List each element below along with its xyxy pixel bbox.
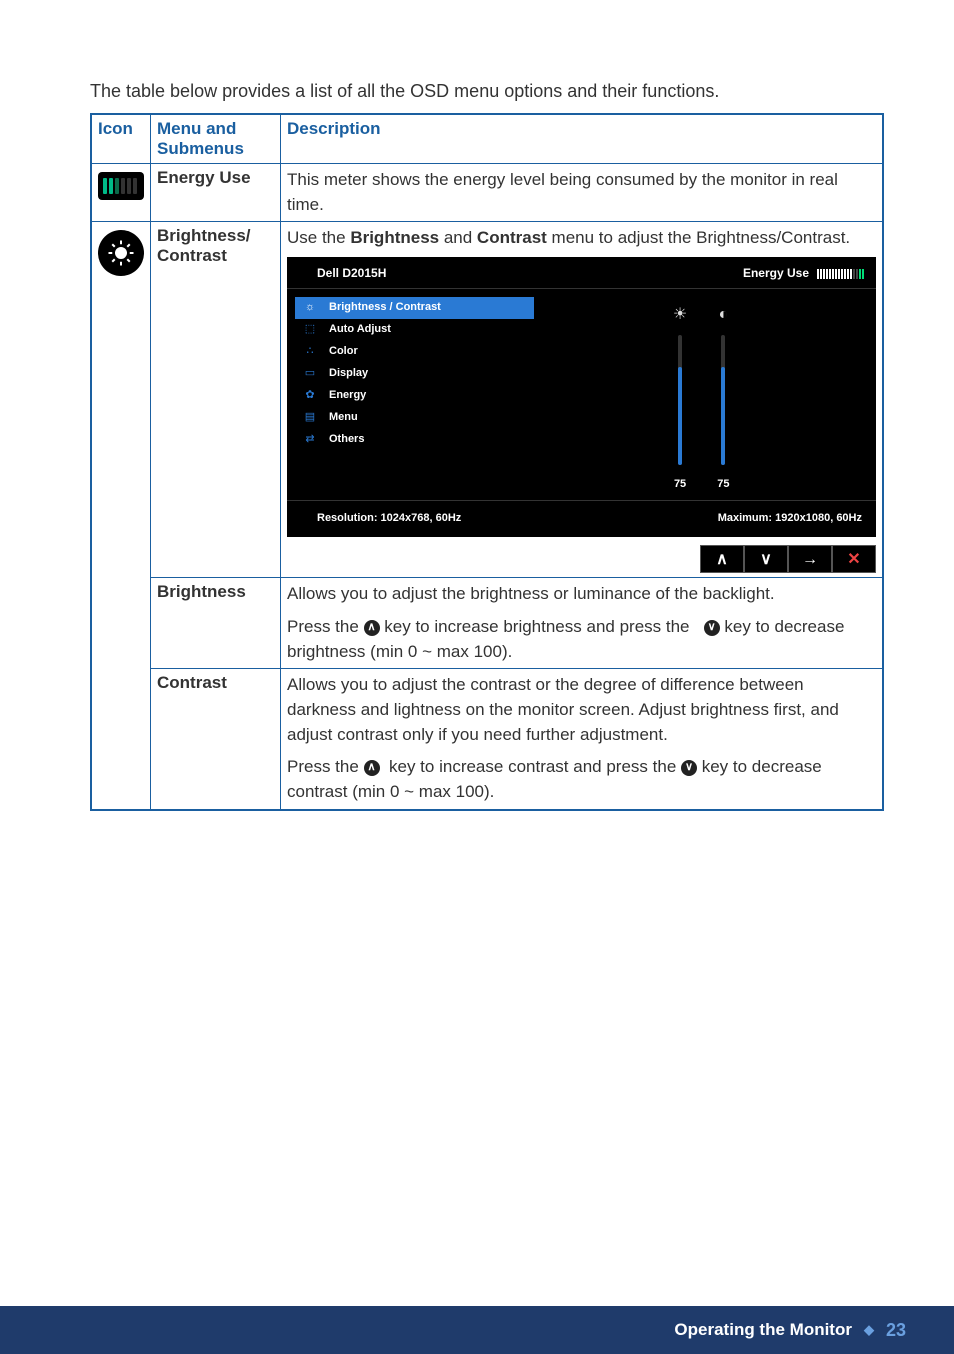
energy-icon: ✿ xyxy=(301,388,319,404)
nav-down-button[interactable]: ∨ xyxy=(744,545,788,573)
others-icon: ⇄ xyxy=(301,432,319,448)
text: key to increase brightness and press the xyxy=(380,617,695,636)
osd-menu-label: Energy xyxy=(329,388,366,404)
up-key-icon: ∧ xyxy=(364,620,380,636)
osd-menu-label: Color xyxy=(329,344,358,360)
text: menu to adjust the Brightness/Contrast. xyxy=(547,228,850,247)
osd-menu-label: Brightness / Contrast xyxy=(329,300,441,316)
th-desc: Description xyxy=(281,114,884,164)
page-number: 23 xyxy=(886,1320,906,1341)
brightness-icon: ☼ xyxy=(301,300,319,316)
osd-menu-label: Menu xyxy=(329,410,358,426)
th-menu: Menu and Submenus xyxy=(151,114,281,164)
contrast-value: 75 xyxy=(717,477,729,493)
menu-label: Contrast xyxy=(151,669,281,810)
nav-enter-button[interactable]: → xyxy=(788,545,832,573)
energy-meter-icon xyxy=(817,269,864,279)
osd-energy-label: Energy Use xyxy=(743,265,809,282)
desc-cell: Use the Brightness and Contrast menu to … xyxy=(281,222,884,578)
osd-menu-list: ☼ Brightness / Contrast ⬚ Auto Adjust ∴ … xyxy=(287,289,534,500)
osd-menu-item[interactable]: ▭ Display xyxy=(295,363,534,385)
menu-label: Energy Use xyxy=(151,164,281,222)
osd-menu-item[interactable]: ⇄ Others xyxy=(295,429,534,451)
osd-menu-item[interactable]: ∴ Color xyxy=(295,341,534,363)
text: Press the xyxy=(287,617,364,636)
osd-options-table: Icon Menu and Submenus Description Energ… xyxy=(90,113,884,811)
contrast-slider[interactable]: ◐ 75 xyxy=(717,303,729,492)
table-row: Brightness Allows you to adjust the brig… xyxy=(91,578,883,669)
nav-up-button[interactable]: ∧ xyxy=(700,545,744,573)
desc-cell: Allows you to adjust the contrast or the… xyxy=(281,669,884,810)
bold-text: Contrast xyxy=(477,228,547,247)
table-row: Energy Use This meter shows the energy l… xyxy=(91,164,883,222)
osd-title: Dell D2015H xyxy=(317,265,386,282)
down-key-icon: ∨ xyxy=(704,620,720,636)
footer-title: Operating the Monitor xyxy=(674,1320,852,1340)
text: and xyxy=(439,228,477,247)
menu-icon: ▤ xyxy=(301,410,319,426)
osd-menu-item[interactable]: ⬚ Auto Adjust xyxy=(295,319,534,341)
brightness-value: 75 xyxy=(674,477,686,493)
resolution-text: Resolution: 1024x768, 60Hz xyxy=(317,511,461,527)
osd-screenshot: Dell D2015H Energy Use ☼ Bright xyxy=(287,257,876,537)
text: Use the xyxy=(287,228,350,247)
separator-icon: ◆ xyxy=(864,1322,874,1338)
osd-nav-buttons: ∧ ∨ → ✕ xyxy=(287,537,876,573)
text: Press the xyxy=(287,757,364,776)
osd-menu-label: Auto Adjust xyxy=(329,322,391,338)
auto-adjust-icon: ⬚ xyxy=(301,322,319,338)
brightness-icon: ☀ xyxy=(673,303,687,326)
up-key-icon: ∧ xyxy=(364,760,380,776)
desc-cell: This meter shows the energy level being … xyxy=(281,164,884,222)
text: Allows you to adjust the brightness or l… xyxy=(287,582,876,607)
osd-menu-label: Others xyxy=(329,432,364,448)
osd-menu-item[interactable]: ✿ Energy xyxy=(295,385,534,407)
max-resolution-text: Maximum: 1920x1080, 60Hz xyxy=(718,511,862,527)
desc-cell: Allows you to adjust the brightness or l… xyxy=(281,578,884,669)
brightness-contrast-icon xyxy=(98,230,144,276)
slider-track[interactable] xyxy=(678,335,682,465)
display-icon: ▭ xyxy=(301,366,319,382)
nav-close-button[interactable]: ✕ xyxy=(832,545,876,573)
contrast-icon: ◐ xyxy=(719,303,729,326)
th-icon: Icon xyxy=(91,114,151,164)
menu-label: Brightness xyxy=(151,578,281,669)
intro-text: The table below provides a list of all t… xyxy=(90,78,884,105)
osd-menu-item[interactable]: ▤ Menu xyxy=(295,407,534,429)
osd-menu-label: Display xyxy=(329,366,368,382)
page-footer: Operating the Monitor ◆ 23 xyxy=(0,1306,954,1354)
osd-menu-item[interactable]: ☼ Brightness / Contrast xyxy=(295,297,534,319)
menu-label: Brightness/ Contrast xyxy=(151,222,281,578)
energy-meter-icon xyxy=(98,172,144,200)
table-row: Contrast Allows you to adjust the contra… xyxy=(91,669,883,810)
down-key-icon: ∨ xyxy=(681,760,697,776)
brightness-slider[interactable]: ☀ 75 xyxy=(673,303,687,492)
text: Allows you to adjust the contrast or the… xyxy=(287,673,876,747)
text: key to increase contrast and press the xyxy=(384,757,681,776)
table-row: Brightness/ Contrast Use the Brightness … xyxy=(91,222,883,578)
slider-track[interactable] xyxy=(721,335,725,465)
bold-text: Brightness xyxy=(350,228,439,247)
color-icon: ∴ xyxy=(301,344,319,360)
